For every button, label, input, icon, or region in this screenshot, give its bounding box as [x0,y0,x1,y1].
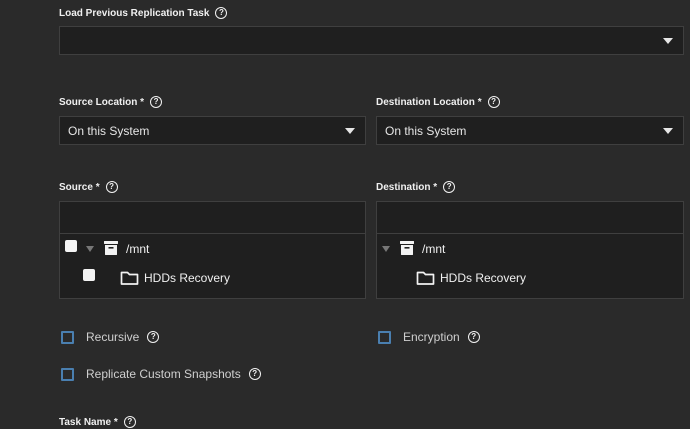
chevron-down-icon [663,127,673,134]
destination-input[interactable] [376,201,684,234]
tree-checkbox[interactable] [83,269,95,281]
source-location-value: On this System [68,123,150,138]
replicate-custom-snapshots-checkbox[interactable] [61,367,74,381]
folder-icon [120,271,139,285]
source-label: Source * ? [59,181,118,193]
source-location-select[interactable]: On this System [59,116,366,145]
destination-tree: /mnt HDDs Recovery [376,234,684,299]
help-icon[interactable]: ? [147,331,160,343]
required-mark: * [477,96,482,108]
encryption-checkbox[interactable] [378,330,391,344]
load-task-label: Load Previous Replication Task ? [59,7,228,19]
archive-icon [104,241,118,255]
load-task-label-text: Load Previous Replication Task [59,7,210,19]
source-location-label: Source Location * ? [59,96,163,108]
required-mark: * [95,181,100,193]
source-tree: /mnt HDDs Recovery [59,234,366,299]
source-input[interactable] [59,201,366,234]
help-icon[interactable]: ? [487,96,500,108]
expand-toggle-icon[interactable] [382,246,390,252]
encryption-option[interactable]: Encryption ? [378,330,480,344]
tree-node-label[interactable]: HDDs Recovery [144,271,230,285]
destination-location-value: On this System [385,123,467,138]
source-location-label-text: Source Location [59,96,138,108]
task-name-label-text: Task Name [59,416,112,428]
help-icon[interactable]: ? [215,7,228,19]
required-mark: * [140,96,145,108]
task-name-label: Task Name * ? [59,416,136,428]
encryption-label: Encryption [403,330,460,344]
destination-location-label: Destination Location * ? [376,96,500,108]
required-mark: * [433,181,438,193]
replicate-custom-snapshots-option[interactable]: Replicate Custom Snapshots ? [61,367,261,381]
tree-node-label[interactable]: /mnt [126,242,149,256]
help-icon[interactable]: ? [150,96,163,108]
destination-label-text: Destination [376,181,431,193]
recursive-label: Recursive [86,330,140,344]
source-label-text: Source [59,181,93,193]
tree-node-label[interactable]: /mnt [422,242,445,256]
chevron-down-icon [663,37,673,44]
load-task-select[interactable] [59,26,684,55]
recursive-checkbox[interactable] [61,330,74,344]
expand-toggle-icon[interactable] [86,246,94,252]
tree-checkbox[interactable] [65,240,77,252]
destination-location-select[interactable]: On this System [376,116,684,145]
destination-location-label-text: Destination Location [376,96,475,108]
help-icon[interactable]: ? [248,368,261,380]
help-icon[interactable]: ? [443,181,456,193]
chevron-down-icon [345,127,355,134]
help-icon[interactable]: ? [467,331,480,343]
replicate-custom-snapshots-label: Replicate Custom Snapshots [86,367,241,381]
help-icon[interactable]: ? [123,416,136,428]
archive-icon [400,241,414,255]
recursive-option[interactable]: Recursive ? [61,330,160,344]
folder-icon [416,271,435,285]
tree-node-label[interactable]: HDDs Recovery [440,271,526,285]
required-mark: * [113,416,118,428]
destination-label: Destination * ? [376,181,456,193]
help-icon[interactable]: ? [105,181,118,193]
